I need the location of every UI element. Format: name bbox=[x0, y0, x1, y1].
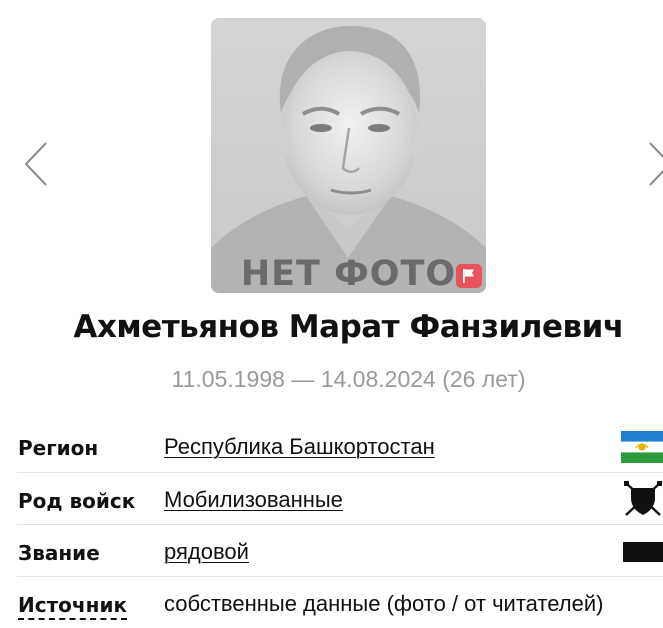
photo-placeholder: НЕТ ФОТО bbox=[211, 18, 486, 293]
shield-swords-icon bbox=[623, 480, 663, 518]
report-flag-button[interactable] bbox=[456, 264, 482, 288]
detail-row-region: Регион Республика Башкортостан bbox=[17, 422, 663, 473]
bashkortostan-flag-icon bbox=[621, 431, 663, 463]
life-dates: 11.05.1998 — 14.08.2024 (26 лет) bbox=[171, 366, 526, 392]
no-photo-label: НЕТ ФОТО bbox=[240, 254, 457, 293]
person-name: Ахметьянов Марат Фанзилевич bbox=[73, 309, 624, 345]
source-value: собственные данные (фото / от читателей) bbox=[164, 591, 604, 616]
flag-icon bbox=[463, 269, 474, 283]
rank-label: Звание bbox=[18, 541, 100, 565]
branch-label: Род войск bbox=[18, 489, 136, 513]
region-link[interactable]: Республика Башкортостан bbox=[164, 434, 435, 460]
rank-stripe-icon bbox=[623, 542, 663, 562]
carousel-next-button[interactable] bbox=[646, 140, 663, 188]
branch-link[interactable]: Мобилизованные bbox=[164, 487, 343, 513]
detail-row-rank: Звание рядовой bbox=[17, 526, 663, 577]
chevron-right-icon bbox=[649, 142, 663, 186]
carousel-prev-button[interactable] bbox=[22, 140, 52, 188]
chevron-left-icon bbox=[24, 142, 47, 186]
rank-link[interactable]: рядовой bbox=[164, 539, 249, 565]
portrait-silhouette-image bbox=[211, 18, 486, 293]
region-label: Регион bbox=[18, 436, 99, 460]
source-label[interactable]: Источник bbox=[18, 593, 128, 620]
detail-row-branch: Род войск Мобилизованные bbox=[17, 474, 663, 525]
detail-row-source: Источник собственные данные (фото / от ч… bbox=[17, 578, 663, 628]
